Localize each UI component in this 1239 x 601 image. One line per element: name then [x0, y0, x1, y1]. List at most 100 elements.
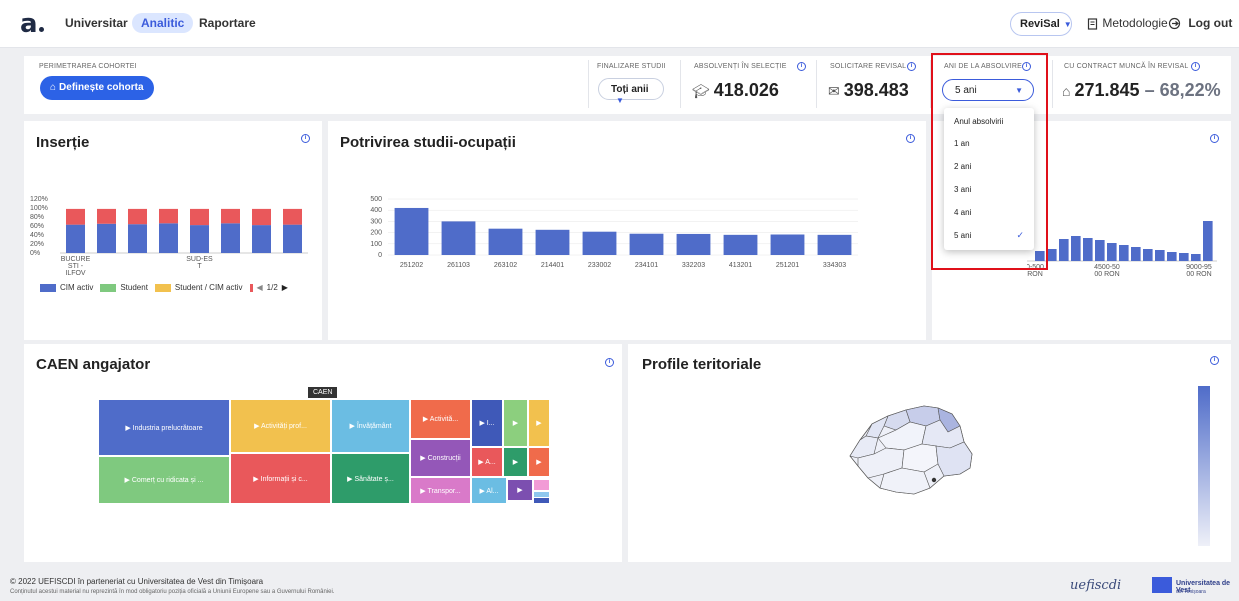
bar-segment: [128, 208, 147, 225]
logout-label: Log out: [1188, 16, 1233, 30]
prev-page-icon[interactable]: ◀: [257, 283, 263, 292]
revisal-select[interactable]: ReviSal ▼: [1010, 12, 1072, 36]
bar: [1071, 236, 1081, 261]
card-title: Profile teritoriale: [642, 356, 762, 373]
metodologie-link[interactable]: Metodologie: [1087, 16, 1168, 30]
x-tick-label: 251202: [400, 262, 423, 269]
legend-swatch: [154, 283, 171, 292]
bar-segment: [283, 208, 302, 225]
legend-label: Student / CIM activ: [174, 283, 243, 292]
bar: [1155, 250, 1165, 261]
y-tick-label: 60%: [30, 223, 44, 230]
legend-label: Student: [120, 283, 148, 292]
info-icon[interactable]: i: [605, 358, 614, 367]
card-title: Potrivirea studii-ocupații: [340, 134, 516, 151]
treemap-cell[interactable]: ▶ Construcții: [411, 440, 470, 476]
app-logo[interactable]: a: [20, 9, 44, 39]
briefcase-icon: ⌂: [50, 82, 57, 93]
next-page-icon[interactable]: ▶: [282, 283, 288, 292]
nav-analitic[interactable]: Analitic: [132, 13, 194, 33]
insertie-chart: 0% 20% 40% 60% 80% 100% 120% BUCURESTI -ILFOV SU…: [30, 196, 308, 277]
treemap-cell[interactable]: ▶ Învățământ: [332, 400, 409, 452]
x-tick-label: 214401: [541, 262, 564, 269]
treemap-cell[interactable]: [534, 480, 549, 490]
treemap-cell[interactable]: ▶: [529, 400, 549, 446]
bar: [1167, 252, 1177, 261]
solicitare-number: 398.483: [843, 80, 909, 100]
uefiscdi-logo: uefiscdi: [1070, 578, 1122, 593]
y-tick-label: 120%: [30, 196, 48, 203]
x-tick-label: 4500-50: [1094, 264, 1120, 271]
info-icon[interactable]: i: [907, 62, 916, 71]
info-icon[interactable]: i: [1210, 134, 1219, 143]
info-icon[interactable]: i: [797, 62, 806, 71]
treemap-cell[interactable]: [534, 498, 549, 503]
legend-swatch: [100, 283, 117, 292]
y-tick-label: 0%: [30, 250, 40, 257]
bar: [1083, 238, 1093, 261]
finalizare-label: FINALIZARE STUDII: [597, 63, 666, 70]
logout-icon: [1168, 17, 1181, 30]
contract-value: ⌂ 271.845 – 68,22%: [1062, 80, 1221, 101]
nav-universitar[interactable]: Universitar: [65, 16, 128, 30]
divider: [588, 60, 589, 108]
bar: [1203, 221, 1213, 261]
bar-segment: [221, 223, 240, 253]
bar: [1179, 253, 1189, 261]
bar-segment: [252, 225, 271, 253]
bar-segment: [221, 208, 240, 224]
bar-segment: [97, 223, 116, 253]
define-cohort-button[interactable]: ⌂ Definește cohorta: [40, 76, 154, 100]
treemap-cell[interactable]: ▶ I...: [472, 400, 502, 446]
highlight-box: [931, 53, 1048, 270]
treemap-cell[interactable]: ▶ Comerț cu ridicata și ...: [99, 457, 229, 503]
y-tick-label: 80%: [30, 214, 44, 221]
bar-segment: [159, 208, 178, 224]
bar: [1119, 245, 1129, 261]
bar: [1191, 254, 1201, 261]
bar: [1143, 249, 1153, 261]
y-tick-label: 500: [370, 196, 382, 203]
treemap-cell[interactable]: ▶ Sănătate ș...: [332, 454, 409, 503]
treemap-cell[interactable]: ▶ Informații și c...: [231, 454, 330, 503]
treemap-cell[interactable]: ▶ Transpor...: [411, 478, 470, 503]
info-icon[interactable]: i: [1210, 356, 1219, 365]
info-icon[interactable]: i: [1191, 62, 1200, 71]
divider: [816, 60, 817, 108]
bar-segment: [66, 224, 85, 253]
info-icon[interactable]: i: [906, 134, 915, 143]
contract-percentage: 68,22%: [1159, 80, 1221, 100]
legend-swatch: [249, 283, 253, 292]
bar: [629, 233, 664, 255]
treemap-cell[interactable]: ▶: [504, 448, 527, 476]
solicitare-value: ✉ 398.483: [828, 80, 909, 101]
treemap-cell[interactable]: ▶: [504, 400, 527, 446]
treemap-cell[interactable]: ▶ Al...: [472, 478, 506, 503]
treemap-cell[interactable]: ▶ Activități prof...: [231, 400, 330, 452]
uvt-logo-mark: [1152, 577, 1172, 593]
bar: [1047, 249, 1057, 261]
treemap-cell[interactable]: [534, 492, 549, 497]
nav-raportare[interactable]: Raportare: [199, 16, 256, 30]
info-icon[interactable]: i: [301, 134, 310, 143]
document-icon: [1087, 18, 1098, 30]
treemap-cell[interactable]: ▶ Industria prelucrătoare: [99, 400, 229, 455]
finalizare-select[interactable]: Toți anii ▼: [598, 78, 664, 105]
treemap-cell[interactable]: ▶: [508, 480, 532, 500]
bar-segment: [190, 208, 209, 226]
solicitare-label: SOLICITARE REVISAL: [830, 63, 907, 70]
logout-link[interactable]: Log out: [1168, 16, 1232, 30]
card-title: Inserție: [36, 134, 90, 151]
treemap-cell[interactable]: ▶: [529, 448, 549, 476]
legend-page: 1/2: [266, 283, 278, 292]
salary-chart: 0-500RON4500-5000 RON9000-9500 RON: [1027, 221, 1217, 278]
bucharest-marker: [931, 477, 937, 483]
romania-map[interactable]: [840, 402, 980, 502]
bar-segment: [283, 224, 302, 253]
x-tick-label: T: [197, 263, 202, 270]
treemap-cell[interactable]: ▶ Activită...: [411, 400, 470, 438]
y-tick-label: 0: [378, 252, 382, 259]
x-tick-label: 263102: [494, 262, 517, 269]
treemap-cell[interactable]: ▶ A...: [472, 448, 502, 476]
x-tick-label: 413201: [729, 262, 752, 269]
